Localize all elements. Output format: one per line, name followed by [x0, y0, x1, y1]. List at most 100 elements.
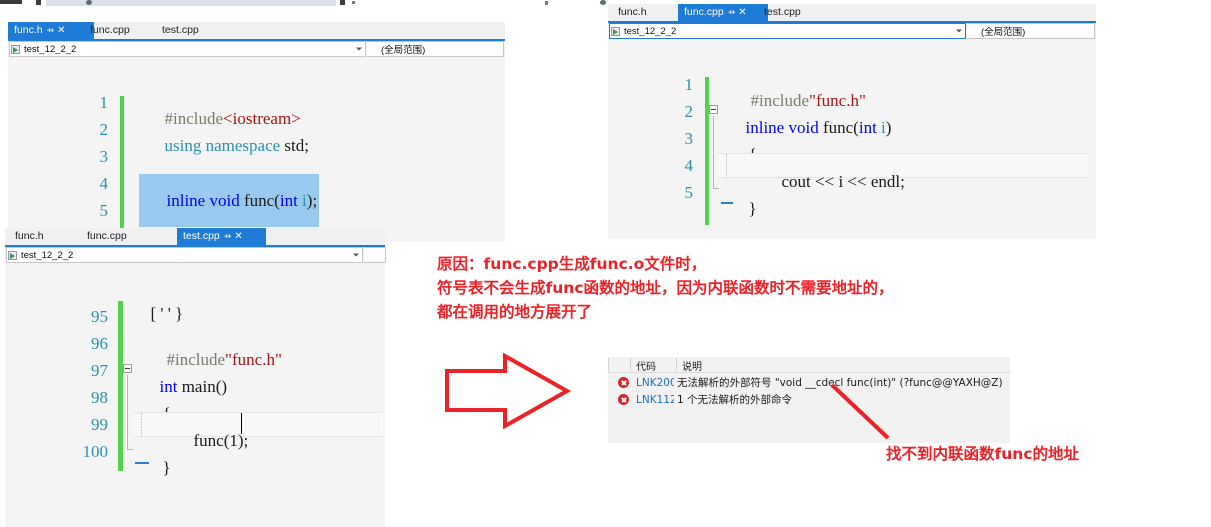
- error-code[interactable]: LNK2001: [636, 377, 674, 389]
- chevron-down-icon[interactable]: [956, 29, 962, 33]
- line-number: 100: [82, 442, 109, 461]
- tab-func-cpp[interactable]: func.cpp: [84, 22, 136, 39]
- column-header-code[interactable]: 代码: [636, 358, 656, 373]
- tab-label: test.cpp: [183, 230, 220, 242]
- project-dropdown[interactable]: test_12_2_2: [6, 247, 363, 263]
- toolbar-fragment-3: [340, 0, 345, 5]
- code-area-test-cpp[interactable]: [ ' ' } 95 96 97 98 99 100 #include"func…: [5, 296, 385, 527]
- error-list-panel: 代码 说明 LNK2001 无法解析的外部符号 "void __cdecl fu…: [608, 357, 1010, 443]
- column-separator[interactable]: [676, 358, 677, 371]
- line-number: 3: [684, 129, 694, 148]
- navigation-bar-func-h: test_12_2_2 (全局范围): [8, 41, 505, 57]
- fold-guide-foot: [127, 449, 133, 450]
- code-line-100: }: [162, 458, 171, 477]
- scope-dropdown[interactable]: [364, 247, 386, 263]
- fold-collapse-icon[interactable]: [123, 364, 132, 373]
- error-description: 1 个无法解析的外部命令: [677, 394, 793, 406]
- tab-label: test.cpp: [162, 24, 199, 36]
- error-list-header: 代码 说明: [608, 357, 1010, 373]
- tab-func-cpp[interactable]: func.cpp ⇸ ✕: [678, 4, 768, 21]
- code-line-2: using namespace std;: [164, 136, 309, 155]
- tab-label: func.h: [14, 24, 43, 36]
- line-number: 96: [91, 334, 108, 353]
- tab-func-h[interactable]: func.h: [9, 228, 50, 245]
- line-number: 1: [99, 93, 109, 112]
- line-number: 97: [91, 361, 108, 380]
- code-line-4: cout << i << endl;: [781, 172, 905, 191]
- fold-guide-foot: [713, 188, 719, 189]
- tab-label: func.h: [618, 6, 647, 18]
- scope-dropdown[interactable]: (全局范围): [367, 41, 504, 57]
- toolbar-remnant: [0, 0, 700, 7]
- tabstrip-func-cpp: func.h func.cpp ⇸ ✕ test.cpp: [608, 4, 1096, 23]
- code-underline: [135, 462, 149, 464]
- close-icon[interactable]: ✕: [738, 7, 746, 18]
- code-area-func-h[interactable]: 1 2 3 4 5 #include<iostream> using names…: [8, 90, 505, 242]
- annotation-callout: 找不到内联函数func的地址: [886, 445, 1080, 463]
- project-name: test_12_2_2: [24, 43, 77, 55]
- tab-test-cpp[interactable]: test.cpp: [758, 4, 807, 21]
- column-separator[interactable]: [608, 358, 609, 371]
- code-area-func-cpp[interactable]: 1 2 3 4 5 #include"func.h" inline void f…: [608, 72, 1096, 239]
- text-caret: [241, 413, 242, 434]
- line-number: 95: [91, 307, 108, 326]
- scope-name: (全局范围): [981, 27, 1026, 38]
- line-number: 99: [91, 415, 108, 434]
- tab-func-h[interactable]: func.h: [612, 4, 653, 21]
- indent-guide: [726, 154, 728, 178]
- close-icon[interactable]: ✕: [234, 231, 242, 242]
- editor-panel-func-cpp: func.h func.cpp ⇸ ✕ test.cpp test_12_2_2 (…: [608, 4, 1096, 239]
- navigation-bar-test-cpp: test_12_2_2: [5, 247, 386, 263]
- line-number: 5: [99, 201, 109, 220]
- code-line-5: }: [748, 199, 757, 218]
- code-line-partial-above: [ ' ' }: [150, 304, 184, 323]
- fold-guide-line: [713, 116, 714, 188]
- code-line-4: inline void func(int i);: [139, 174, 320, 227]
- close-icon[interactable]: ✕: [57, 25, 65, 36]
- tab-test-cpp[interactable]: test.cpp: [156, 22, 205, 39]
- project-icon: [611, 26, 622, 37]
- change-gutter-bar: [705, 77, 709, 225]
- navigation-bar-func-cpp: test_12_2_2 (全局范围): [608, 23, 1096, 39]
- error-code[interactable]: LNK1120: [636, 394, 674, 406]
- tab-label: test.cpp: [764, 6, 801, 18]
- callout-pointer-line: [830, 383, 890, 440]
- line-number: 2: [684, 102, 694, 121]
- error-icon: [618, 394, 629, 405]
- tab-label: func.cpp: [90, 24, 130, 36]
- tabstrip-test-cpp: func.h func.cpp test.cpp ⇸ ✕: [5, 228, 385, 247]
- project-name: test_12_2_2: [624, 25, 677, 37]
- error-list-row[interactable]: LNK1120 1 个无法解析的外部命令: [608, 392, 1010, 407]
- fold-collapse-icon[interactable]: [709, 105, 718, 114]
- project-dropdown[interactable]: test_12_2_2: [9, 41, 366, 57]
- line-number: 5: [684, 183, 694, 202]
- tab-func-cpp[interactable]: func.cpp: [81, 228, 133, 245]
- annotation-reason-line-1: 原因：func.cpp生成func.o文件时，: [437, 255, 707, 273]
- tab-label: func.cpp: [684, 6, 724, 18]
- toolbar-fragment-dot: [86, 0, 92, 5]
- indent-guide: [141, 413, 143, 437]
- scope-dropdown[interactable]: (全局范围): [967, 23, 1095, 39]
- tab-test-cpp[interactable]: test.cpp ⇸ ✕: [177, 228, 266, 245]
- column-header-description[interactable]: 说明: [682, 358, 702, 373]
- chevron-down-icon[interactable]: [356, 47, 362, 51]
- pin-icon[interactable]: ⇸: [47, 25, 55, 35]
- project-icon: [11, 44, 22, 55]
- toolbar-fragment-5: [545, 1, 548, 5]
- chevron-down-icon[interactable]: [353, 253, 359, 257]
- code-underline: [721, 202, 733, 204]
- tab-func-h[interactable]: func.h ⇸ ✕: [8, 22, 94, 39]
- project-name: test_12_2_2: [21, 249, 74, 261]
- project-dropdown[interactable]: test_12_2_2: [609, 23, 966, 39]
- toolbar-fragment-2: [36, 0, 41, 5]
- right-arrow-icon: [445, 353, 572, 429]
- pin-icon[interactable]: ⇸: [728, 7, 736, 17]
- line-number: 4: [684, 156, 694, 175]
- column-separator[interactable]: [630, 358, 631, 371]
- change-gutter-bar: [120, 96, 124, 228]
- line-number: 3: [99, 147, 109, 166]
- pin-icon[interactable]: ⇸: [224, 231, 232, 241]
- toolbar-fragment-4: [352, 1, 355, 4]
- error-list-row[interactable]: LNK2001 无法解析的外部符号 "void __cdecl func(int…: [608, 375, 1010, 390]
- tabstrip-func-h: func.h ⇸ ✕ func.cpp test.cpp: [8, 22, 505, 41]
